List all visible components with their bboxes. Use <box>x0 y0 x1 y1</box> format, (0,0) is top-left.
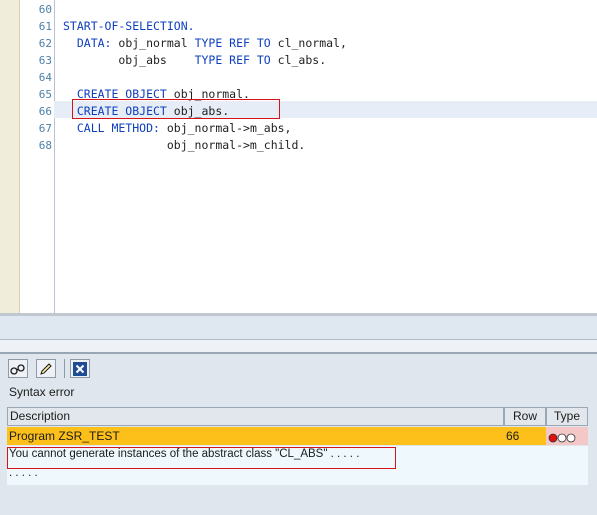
column-header-type[interactable]: Type <box>546 407 588 426</box>
keyword-token: START-OF-SELECTION. <box>63 19 195 33</box>
line-number: 61 <box>38 20 52 33</box>
error-line-marker <box>72 99 280 119</box>
editor-status-band-lower <box>0 340 597 354</box>
code-line[interactable]: 68 obj_normal->m_child. <box>0 137 597 154</box>
program-row[interactable]: Program ZSR_TEST <box>7 427 504 445</box>
column-header-row[interactable]: Row <box>504 407 546 426</box>
line-number: 65 <box>38 88 52 101</box>
error-title: Syntax error <box>9 385 75 399</box>
line-number: 60 <box>38 3 52 16</box>
close-button[interactable] <box>70 359 90 378</box>
code-text: CALL METHOD: obj_normal->m_abs, <box>63 120 292 137</box>
close-icon <box>73 361 87 376</box>
traffic-light-icon <box>548 433 576 443</box>
code-line[interactable]: 60 <box>0 1 597 18</box>
line-number: 66 <box>38 105 52 118</box>
identifier-token: obj_normal->m_abs, <box>166 121 292 135</box>
identifier-token: obj_normal->m_child. <box>63 138 306 152</box>
code-line[interactable]: 67 CALL METHOD: obj_normal->m_abs, <box>0 120 597 137</box>
code-text: START-OF-SELECTION. <box>63 18 195 35</box>
keyword-token: TYPE REF TO <box>194 53 278 67</box>
identifier-token: obj_abs <box>63 53 195 67</box>
glasses-icon <box>10 363 25 375</box>
error-message-marker <box>7 447 396 469</box>
keyword-token: TYPE REF TO <box>194 36 278 50</box>
keyword-token: DATA: <box>63 36 119 50</box>
toolbar-separator <box>64 359 65 378</box>
error-type-lights <box>548 431 580 450</box>
code-line[interactable]: 64 <box>0 69 597 86</box>
editor-status-band <box>0 316 597 340</box>
line-number: 62 <box>38 37 52 50</box>
program-row-number: 66 <box>504 427 546 445</box>
code-text: obj_abs TYPE REF TO cl_abs. <box>63 52 326 69</box>
line-number: 68 <box>38 139 52 152</box>
code-text: obj_normal->m_child. <box>63 137 305 154</box>
display-button[interactable] <box>8 359 28 378</box>
code-line[interactable]: 61 START-OF-SELECTION. <box>0 18 597 35</box>
code-text: DATA: obj_normal TYPE REF TO cl_normal, <box>63 35 347 52</box>
edit-button[interactable] <box>36 359 56 378</box>
line-number: 63 <box>38 54 52 67</box>
code-editor[interactable]: 60 61 START-OF-SELECTION. 62 DATA: obj_norm… <box>0 0 597 313</box>
identifier-token: obj_normal <box>118 36 195 50</box>
line-number: 64 <box>38 71 52 84</box>
identifier-token: cl_normal, <box>277 36 347 50</box>
code-line[interactable]: 62 DATA: obj_normal TYPE REF TO cl_norma… <box>0 35 597 52</box>
line-number: 67 <box>38 122 52 135</box>
column-header-description[interactable]: Description <box>7 407 504 426</box>
code-line[interactable]: 63 obj_abs TYPE REF TO cl_abs. <box>0 52 597 69</box>
keyword-token: CALL METHOD: <box>63 121 167 135</box>
pencil-icon <box>40 362 52 375</box>
identifier-token: cl_abs. <box>277 53 327 67</box>
